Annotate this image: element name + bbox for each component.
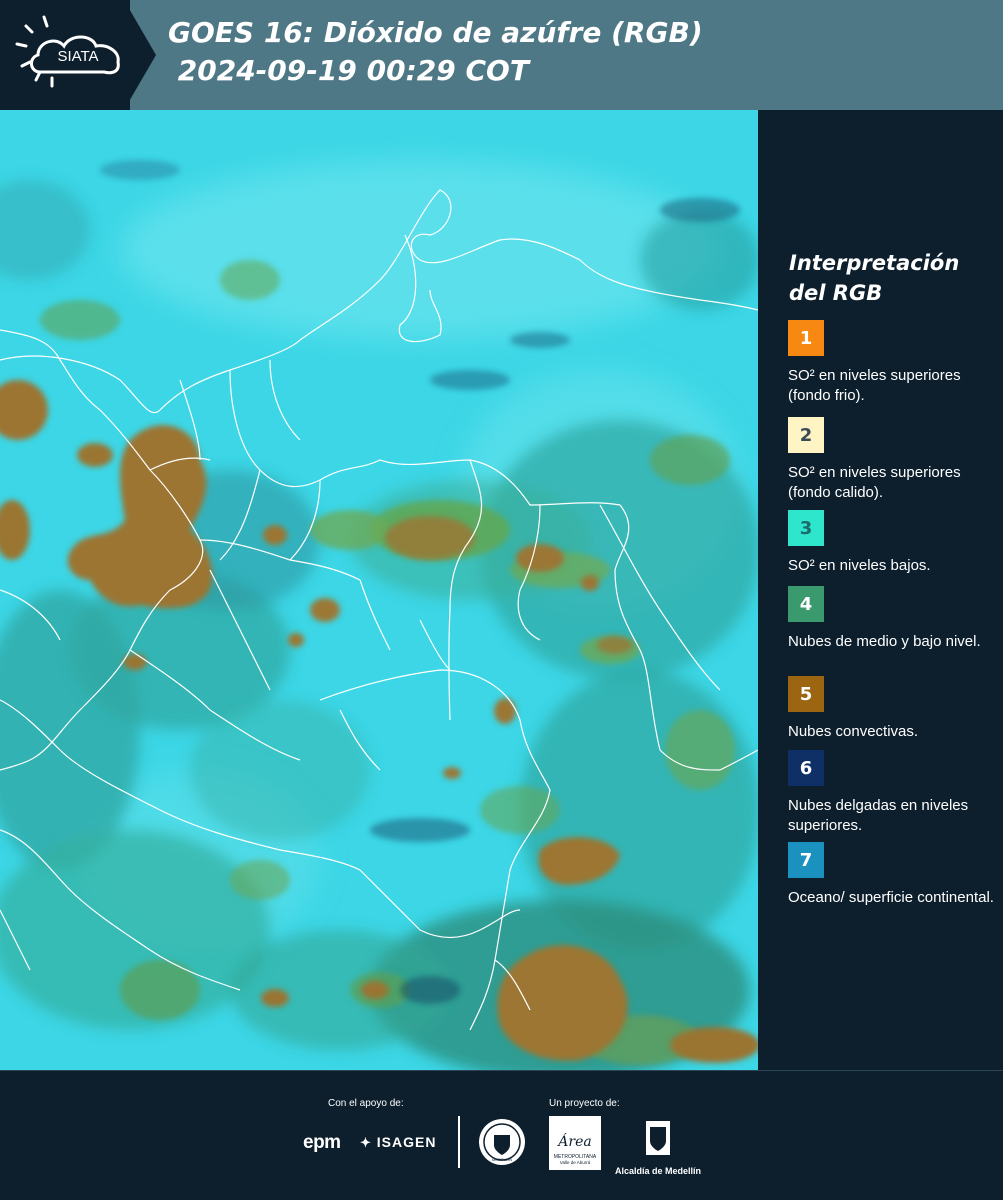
area-metropolitana-logo: Área METROPOLITANA Valle de Aburrá bbox=[549, 1116, 601, 1175]
legend-label-7: Oceano/ superficie continental. bbox=[788, 889, 994, 906]
isagen-label: ISAGEN bbox=[376, 1134, 437, 1150]
footer: Con el apoyo de: Un proyecto de: epm ✦ I… bbox=[0, 1070, 1003, 1200]
legend-swatch-2: 2 bbox=[788, 417, 824, 453]
title-line-2: 2024-09-19 00:29 COT bbox=[168, 54, 529, 87]
legend-label-1: SO² en niveles superiores (fondo frio). bbox=[788, 367, 961, 404]
legend-swatch-5: 5 bbox=[788, 676, 824, 712]
legend-label-6: Nubes delgadas en niveles superiores. bbox=[788, 797, 969, 834]
legend-label-4: Nubes de medio y bajo nivel. bbox=[788, 633, 981, 650]
legend-item-7: 7 Oceano/ superficie continental. bbox=[788, 842, 998, 908]
legend-item-2: 2 SO² en niveles superiores (fondo calid… bbox=[788, 417, 998, 503]
page-title: GOES 16: Dióxido de azúfre (RGB) 2024-09… bbox=[168, 14, 703, 90]
siata-logo: SIATA bbox=[0, 0, 160, 110]
legend-label-3: SO² en niveles bajos. bbox=[788, 557, 931, 574]
medellin-seal-logo: MEDELLÍN bbox=[477, 1117, 527, 1172]
legend-item-4: 4 Nubes de medio y bajo nivel. bbox=[788, 586, 998, 652]
isagen-logo: ✦ ISAGEN bbox=[360, 1134, 436, 1151]
satellite-map bbox=[0, 110, 758, 1070]
legend-swatch-3: 3 bbox=[788, 510, 824, 546]
footer-divider bbox=[458, 1116, 460, 1168]
isagen-mark-icon: ✦ bbox=[360, 1135, 372, 1150]
epm-logo: epm bbox=[303, 1132, 341, 1153]
alcaldia-shield-icon bbox=[646, 1121, 670, 1155]
legend-item-5: 5 Nubes convectivas. bbox=[788, 676, 998, 742]
alcaldia-logo: Alcaldía de Medellín bbox=[612, 1119, 704, 1176]
legend-panel: Interpretación del RGB 1 SO² en niveles … bbox=[775, 110, 1003, 1070]
legend-item-3: 3 SO² en niveles bajos. bbox=[788, 510, 998, 576]
alcaldia-label: Alcaldía de Medellín bbox=[614, 1166, 702, 1176]
legend-swatch-4: 4 bbox=[788, 586, 824, 622]
support-label: Con el apoyo de: bbox=[328, 1098, 404, 1109]
legend-label-2: SO² en niveles superiores (fondo calido)… bbox=[788, 464, 961, 501]
legend-item-1: 1 SO² en niveles superiores (fondo frio)… bbox=[788, 320, 998, 406]
legend-swatch-1: 1 bbox=[788, 320, 824, 356]
legend-title: Interpretación del RGB bbox=[789, 251, 960, 305]
legend-label-5: Nubes convectivas. bbox=[788, 723, 919, 740]
legend-swatch-7: 7 bbox=[788, 842, 824, 878]
seal-text: MEDELLÍN bbox=[492, 1157, 512, 1162]
legend-item-6: 6 Nubes delgadas en niveles superiores. bbox=[788, 750, 998, 836]
header: SIATA GOES 16: Dióxido de azúfre (RGB) 2… bbox=[0, 0, 1003, 110]
area-logo-subtitle-2: Valle de Aburrá bbox=[560, 1160, 591, 1165]
title-line-1: GOES 16: Dióxido de azúfre (RGB) bbox=[168, 16, 703, 49]
area-logo-text: Área bbox=[556, 1132, 591, 1150]
logo-text: SIATA bbox=[57, 48, 98, 65]
legend-swatch-6: 6 bbox=[788, 750, 824, 786]
project-label: Un proyecto de: bbox=[549, 1098, 620, 1109]
